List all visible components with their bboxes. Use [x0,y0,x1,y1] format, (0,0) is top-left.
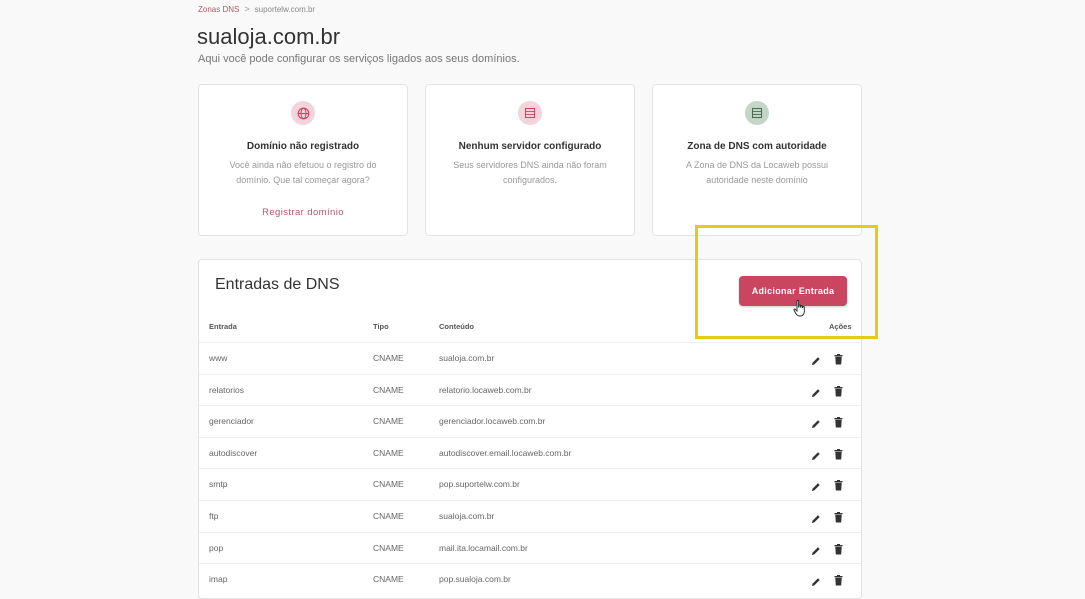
edit-icon[interactable] [811,574,821,592]
entry-name: ftp [209,511,219,521]
dns-entry-row: gerenciador CNAME gerenciador.locaweb.com.… [199,405,861,437]
dns-entry-row: autodiscover CNAME autodiscover.email.loca… [199,436,861,469]
card-title: Nenhum servidor configurado [458,141,602,152]
card-dns-zone-authority: Zona de DNS com autoridade A Zona de DNS… [652,84,862,236]
card-description: Seus servidores DNS ainda não foram conf… [453,160,607,185]
entry-name: autodiscover [209,447,258,458]
entry-name: smtp [209,479,228,490]
globe-icon [291,101,315,125]
highlight-box [695,225,878,339]
entry-name: pop [209,542,224,553]
column-header-entry: Entrada [209,322,237,331]
card-description: A Zona de DNS da Locaweb possui autorida… [685,160,829,185]
entry-type: CNAME [373,542,404,553]
dns-entry-row: www CNAME sualoja.com.br [199,342,861,374]
edit-icon[interactable] [811,385,821,403]
entry-type: CNAME [373,479,404,490]
entry-type: CNAME [373,574,404,585]
entry-content: pop.suportelw.com.br [439,479,520,490]
entry-name: www [209,353,228,363]
edit-icon[interactable] [811,479,821,497]
card-description: Você ainda não efetuou o registro do dom… [229,160,377,185]
entry-content: autodiscover.email.locaweb.com.br [439,447,572,458]
dns-entry-row: pop CNAME mail.ita.locamail.com.br [199,531,861,564]
entry-type: CNAME [373,384,404,395]
trash-icon[interactable] [834,447,843,465]
entry-type: CNAME [373,416,404,427]
dns-entry-row: smtp CNAME pop.suportelw.com.br [199,468,861,500]
entry-content: sualoja.com.br [439,353,495,363]
breadcrumb: Zonas DNS > suportelw.com.br [198,4,315,14]
page-subtitle: Aqui você pode configurar os serviços li… [198,53,520,65]
trash-icon[interactable] [834,352,843,370]
server-icon [745,101,769,125]
breadcrumb-current: suportelw.com.br [254,4,316,14]
dns-entries-title: Entradas de DNS [215,276,340,293]
entry-type: CNAME [373,447,404,458]
edit-icon[interactable] [811,511,821,529]
card-title: Domínio não registrado [246,141,360,152]
entry-content: relatorio.locaweb.com.br [439,384,532,395]
entry-name: imap [209,574,228,585]
trash-icon[interactable] [834,415,843,433]
breadcrumb-separator: > [244,4,250,14]
trash-icon[interactable] [834,478,843,496]
page-title: sualoja.com.br [197,24,341,49]
dns-entry-row: relatorios CNAME relatorio.locaweb.com.br [199,373,861,406]
edit-icon[interactable] [811,416,821,434]
server-icon [518,101,542,125]
entry-content: mail.ita.locamail.com.br [439,542,528,553]
entry-content: pop.sualoja.com.br [439,574,511,585]
edit-icon[interactable] [811,543,821,561]
dns-entry-row: ftp CNAME sualoja.com.br [199,500,861,532]
entry-type: CNAME [373,353,404,363]
register-domain-link[interactable]: Registrar domínio [262,207,344,218]
edit-icon[interactable] [811,448,821,466]
entry-content: sualoja.com.br [439,511,495,521]
edit-icon[interactable] [811,353,821,371]
card-domain-not-registered: Domínio não registrado Você ainda não ef… [198,84,408,236]
breadcrumb-link-zonas-dns[interactable]: Zonas DNS [198,5,239,14]
entry-type: CNAME [373,511,404,521]
column-header-type: Tipo [373,322,389,331]
trash-icon[interactable] [834,510,843,528]
entry-name: relatorios [209,384,244,395]
card-no-server-configured: Nenhum servidor configurado Seus servido… [425,84,635,236]
entry-content: gerenciador.locaweb.com.br [439,416,546,427]
trash-icon[interactable] [834,384,843,402]
column-header-content: Conteúdo [439,322,474,331]
entry-name: gerenciador [209,416,254,427]
card-title: Zona de DNS com autoridade [687,141,827,152]
trash-icon[interactable] [834,573,843,591]
trash-icon[interactable] [834,542,843,560]
